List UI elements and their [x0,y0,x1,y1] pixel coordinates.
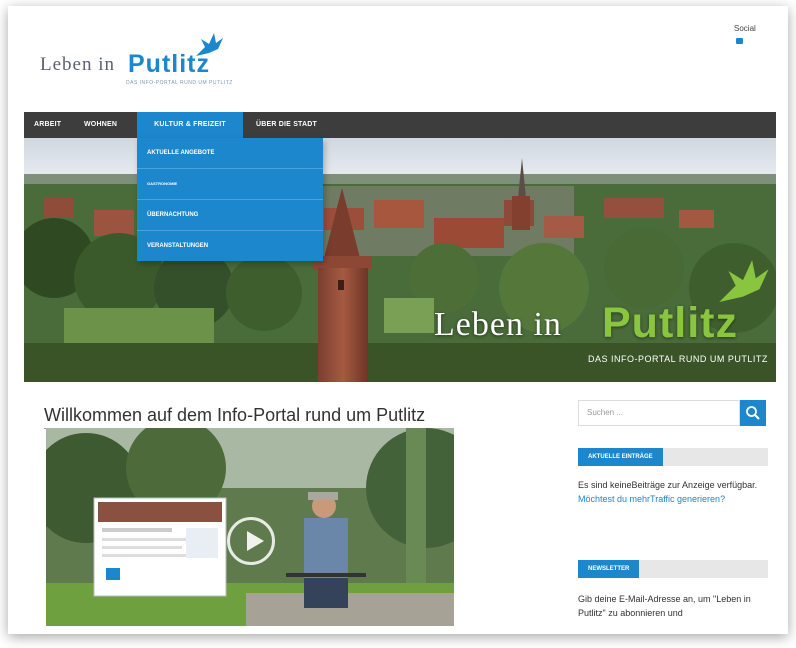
heron-bird-icon [196,33,223,56]
dropdown-item-aktuelle-angebote[interactable]: AKTUELLE ANGEBOTE [137,138,323,169]
page-title: Willkommen auf dem Info-Portal rund um P… [44,405,426,429]
dropdown-item-veranstaltungen[interactable]: VERANSTALTUNGEN [137,231,323,261]
nav-item-ueber-die-stadt[interactable]: ÜBER DIE STADT [252,112,321,138]
search-icon [746,406,760,420]
browser-frame: Leben in Putlitz DAS INFO-PORTAL RUND UM… [8,6,788,634]
heron-bird-icon [719,260,769,303]
nav-item-wohnen[interactable]: WOHNEN [78,112,123,138]
widget-header-aktuelle-eintraege: AKTUELLE EINTRÄGE [578,448,768,466]
video-player[interactable] [46,428,454,626]
website: Leben in Putlitz DAS INFO-PORTAL RUND UM… [22,20,778,634]
main-nav: ARBEIT WOHNEN KULTUR & FREIZEIT ÜBER DIE… [24,112,776,138]
widget-title: AKTUELLE EINTRÄGE [578,448,663,466]
logo-tagline: DAS INFO-PORTAL RUND UM PUTLITZ [126,80,233,86]
search-input[interactable]: Suchen ... [578,400,740,426]
hero-logo-tagline: DAS INFO-PORTAL RUND UM PUTLITZ [588,354,768,364]
play-icon[interactable] [227,517,275,565]
facebook-icon[interactable] [736,38,743,44]
widget-text: Es sind keineBeiträge zur Anzeige verfüg… [578,480,758,490]
nav-item-arbeit[interactable]: ARBEIT [30,112,65,138]
hero-logo-word-1: Leben in [434,306,562,343]
nav-item-kultur-freizeit[interactable]: KULTUR & FREIZEIT [137,112,243,138]
logo-word-1: Leben in [40,54,116,75]
site-logo[interactable]: Leben in Putlitz DAS INFO-PORTAL RUND UM… [40,28,250,90]
search-button[interactable] [740,400,766,426]
social-label: Social [734,24,756,33]
newsletter-text: Gib deine E-Mail-Adresse an, um "Leben i… [578,594,751,618]
dropdown-item-uebernachtung[interactable]: ÜBERNACHTUNG [137,200,323,231]
widget-title: NEWSLETTER [578,560,640,578]
dropdown-item-gastronomie[interactable]: GASTRONOMIE [137,169,323,200]
widget-header-newsletter: NEWSLETTER [578,560,768,578]
traffic-link[interactable]: Möchtest du mehrTraffic generieren? [578,494,725,504]
widget-recent-posts: Es sind keineBeiträge zur Anzeige verfüg… [578,478,768,506]
nav-dropdown: AKTUELLE ANGEBOTE GASTRONOMIE ÜBERNACHTU… [137,138,323,261]
